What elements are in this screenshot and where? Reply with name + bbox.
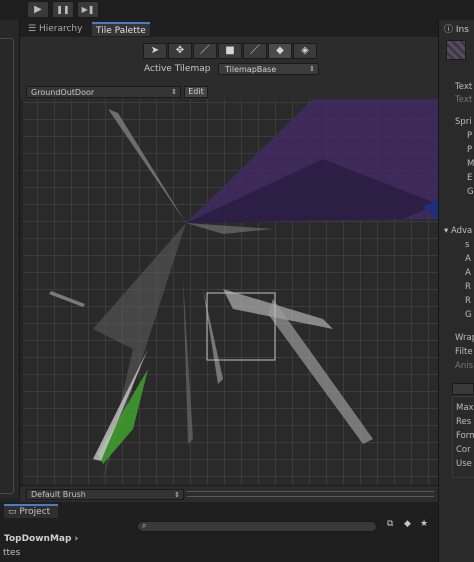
tab-tile-palette[interactable]: Tile Palette bbox=[92, 22, 150, 36]
tab-inspector[interactable]: ⓘ Ins bbox=[444, 22, 469, 36]
chevron-updown-icon: ⇕ bbox=[174, 491, 180, 499]
chevron-updown-icon: ⇕ bbox=[309, 65, 315, 73]
inspector-label: R bbox=[465, 296, 471, 306]
chevron-updown-icon: ⇕ bbox=[171, 88, 177, 96]
project-list-item[interactable]: ttes bbox=[3, 548, 20, 558]
move-tool-button[interactable]: ✥ bbox=[168, 43, 192, 59]
box-fill-icon: ■ bbox=[225, 45, 235, 56]
inspector-label: s bbox=[465, 240, 470, 250]
gray-shard-1 bbox=[108, 109, 186, 223]
white-shard-4 bbox=[203, 289, 223, 384]
palette-value: GroundOutDoor bbox=[31, 88, 95, 97]
tab-hierarchy-label: Hierarchy bbox=[38, 24, 83, 34]
inspector-label: Anis bbox=[455, 361, 473, 371]
fill-tool-button[interactable]: ◈ bbox=[293, 43, 317, 59]
inspector-label: Cor bbox=[456, 445, 471, 455]
fill-icon: ◈ bbox=[301, 45, 309, 56]
eraser-icon: ◆ bbox=[276, 45, 284, 56]
box-fill-tool-button[interactable]: ■ bbox=[218, 43, 242, 59]
inspector-label: Wrap bbox=[455, 333, 474, 343]
inspector-label: P bbox=[467, 145, 473, 155]
inspector-label: Spri bbox=[455, 117, 472, 127]
inspector-label: Text bbox=[455, 82, 473, 92]
tab-project-label: Project bbox=[19, 507, 51, 517]
inspector-label: Max bbox=[456, 403, 474, 413]
small-shard bbox=[49, 291, 85, 307]
inspector-label: E bbox=[467, 173, 473, 183]
tile-artwork bbox=[49, 99, 438, 479]
info-icon: ⓘ bbox=[444, 25, 456, 35]
active-tilemap-dropdown[interactable]: TilemapBase ⇕ bbox=[218, 63, 319, 75]
eraser-tool-button[interactable]: ◆ bbox=[268, 43, 292, 59]
inspector-label: A bbox=[465, 268, 471, 278]
inspector-label: Filte bbox=[455, 347, 473, 357]
brush-dropdown[interactable]: Default Brush ⇕ bbox=[26, 489, 184, 500]
inspector-label: Adva bbox=[450, 226, 473, 236]
asset-thumbnail bbox=[446, 40, 466, 60]
picker-icon: ／ bbox=[250, 45, 260, 56]
inspector-platform-tab[interactable] bbox=[452, 383, 474, 395]
project-panel bbox=[0, 502, 438, 562]
tile-palette-canvas[interactable] bbox=[23, 99, 438, 485]
gray-shard-4 bbox=[183, 279, 193, 444]
inspector-foldout[interactable]: ▾ Adva bbox=[444, 226, 472, 236]
inspector-label: Res bbox=[456, 417, 472, 427]
tab-inspector-label: Ins bbox=[455, 25, 469, 35]
inspector-label: A bbox=[465, 254, 471, 264]
play-button[interactable]: ▶ bbox=[27, 1, 49, 18]
chevron-right-icon: › bbox=[71, 534, 79, 544]
inspector-label: P bbox=[467, 131, 473, 141]
brush-value: Default Brush bbox=[31, 490, 86, 499]
paint-tool-button[interactable]: ／ bbox=[193, 43, 217, 59]
inspector-label: Use bbox=[456, 459, 472, 469]
inspector-label: Form bbox=[456, 431, 474, 441]
picker-tool-button[interactable]: ／ bbox=[243, 43, 267, 59]
step-button[interactable]: ▶❚ bbox=[77, 1, 99, 18]
hierarchy-panel-border bbox=[0, 38, 14, 494]
gray-shard-2 bbox=[186, 223, 273, 234]
select-icon: ➤ bbox=[150, 45, 160, 56]
tab-project[interactable]: ▭ Project bbox=[4, 504, 58, 518]
palette-dropdown[interactable]: GroundOutDoor ⇕ bbox=[26, 86, 181, 98]
project-search[interactable]: ⌕ bbox=[137, 521, 377, 532]
pause-button[interactable]: ❚❚ bbox=[52, 1, 74, 18]
inspector-label: M bbox=[467, 159, 474, 169]
favorite-icon[interactable]: ★ bbox=[420, 519, 428, 529]
select-tool-button[interactable]: ➤ bbox=[143, 43, 167, 59]
folder-icon: ▭ bbox=[8, 507, 20, 517]
breadcrumb-item[interactable]: TopDownMap bbox=[4, 534, 71, 544]
inspector-label: G bbox=[465, 310, 472, 320]
active-tilemap-value: TilemapBase bbox=[225, 65, 277, 74]
list-icon: ☰ bbox=[28, 24, 39, 34]
inspector-label: Text bbox=[455, 95, 473, 105]
inspector-label: G bbox=[467, 187, 474, 197]
active-tilemap-label: Active Tilemap bbox=[144, 64, 211, 74]
white-shard-1 bbox=[93, 349, 148, 461]
move-icon: ✥ bbox=[175, 45, 185, 56]
brush-slider-track[interactable] bbox=[187, 491, 434, 497]
project-breadcrumb[interactable]: TopDownMap › bbox=[4, 534, 78, 544]
tag-icon[interactable]: ◆ bbox=[404, 519, 411, 529]
inspector-label: R bbox=[465, 282, 471, 292]
edit-button[interactable]: Edit bbox=[184, 86, 208, 98]
search-icon: ⌕ bbox=[142, 521, 147, 530]
paintbrush-icon: ／ bbox=[200, 45, 210, 56]
filter-type-icon[interactable]: ⧉ bbox=[387, 519, 393, 529]
tab-hierarchy[interactable]: ☰ Hierarchy bbox=[24, 22, 86, 36]
